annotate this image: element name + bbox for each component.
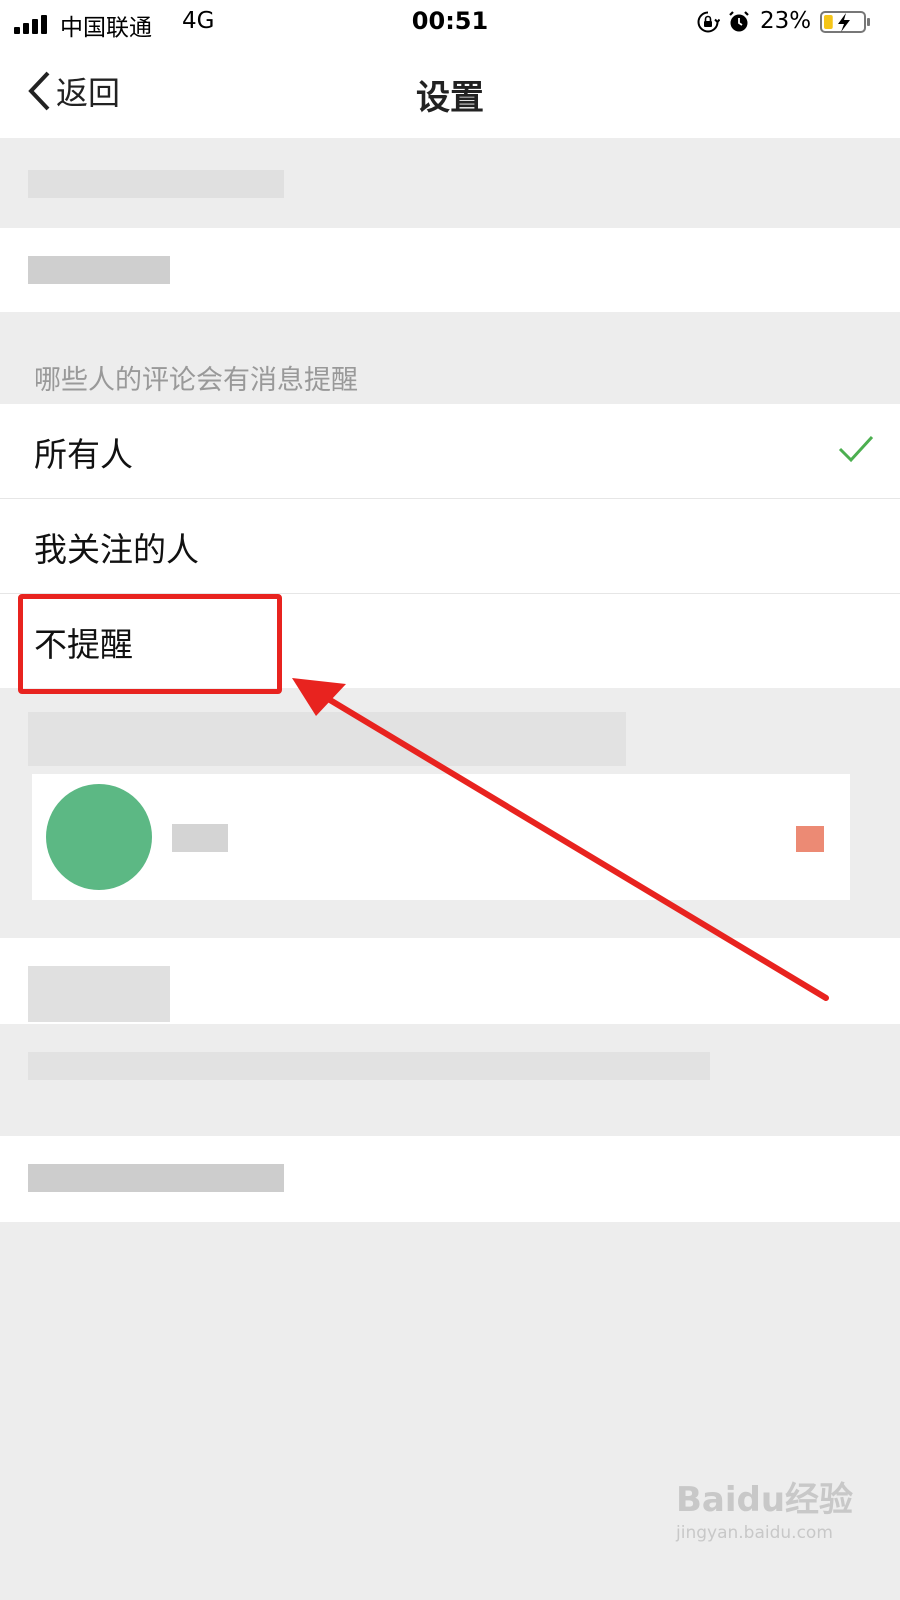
navigation-bar: 返回 设置 (0, 46, 900, 138)
status-bar: 中国联通 4G 00:51 23% (0, 0, 900, 46)
watermark-url: jingyan.baidu.com (676, 1523, 833, 1543)
obscured-content (28, 170, 284, 198)
obscured-content (28, 1052, 710, 1080)
obscured-setting-row (0, 938, 900, 1024)
battery-percentage: 23% (760, 8, 812, 34)
avatar (46, 784, 152, 890)
section-header: 哪些人的评论会有消息提醒 (34, 365, 358, 396)
obscured-setting-row (0, 1136, 900, 1222)
option-everyone[interactable]: 所有人 (0, 404, 900, 499)
option-following[interactable]: 我关注的人 (0, 499, 900, 594)
obscured-content (28, 712, 626, 766)
obscured-setting-row (0, 228, 900, 312)
page-title: 设置 (416, 78, 484, 118)
obscured-card (32, 774, 850, 900)
option-label: 所有人 (34, 435, 133, 474)
highlight-box (18, 594, 282, 694)
watermark-logo: Baidu经验 (676, 1480, 854, 1520)
battery-charging-icon (820, 11, 870, 33)
rotation-lock-icon (697, 11, 720, 33)
alarm-icon (729, 11, 749, 32)
watermark: Baidu经验 jingyan.baidu.com (676, 1472, 853, 1543)
checkmark-icon (838, 435, 874, 463)
settings-screen: 中国联通 4G 00:51 23% 返回 设置 哪些人的评论会有消息提醒 所有人… (0, 0, 900, 1600)
option-label: 我关注的人 (34, 530, 199, 569)
